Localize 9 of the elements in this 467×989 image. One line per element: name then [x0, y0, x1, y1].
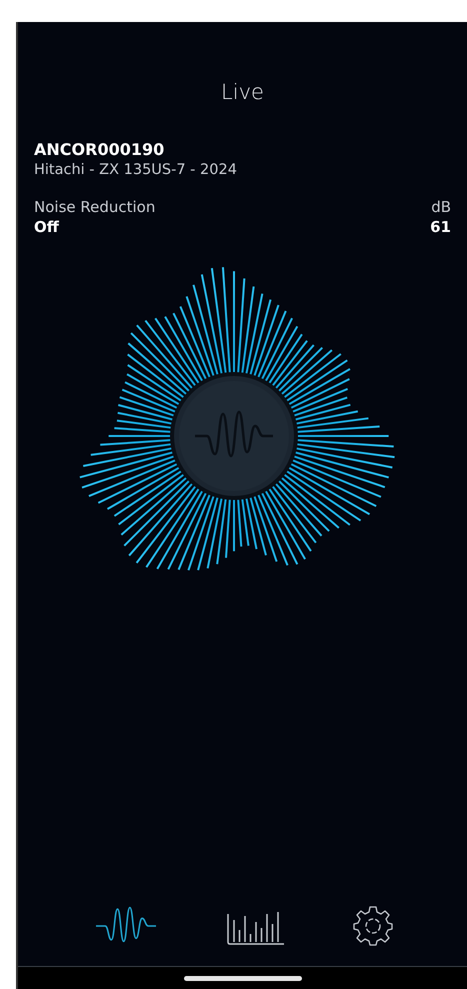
- reading-label: dB: [430, 198, 451, 216]
- machine-id: ANCOR000190: [34, 140, 166, 159]
- screen-title: Live: [221, 80, 264, 104]
- reading-label: Noise Reduction: [34, 198, 156, 216]
- record-button[interactable]: [170, 372, 298, 500]
- machine-description: Hitachi - ZX 135US-7 - 2024: [34, 162, 238, 178]
- reading-value: Off: [34, 218, 60, 236]
- settings-icon: [350, 904, 394, 948]
- reading-value: 61: [430, 218, 451, 236]
